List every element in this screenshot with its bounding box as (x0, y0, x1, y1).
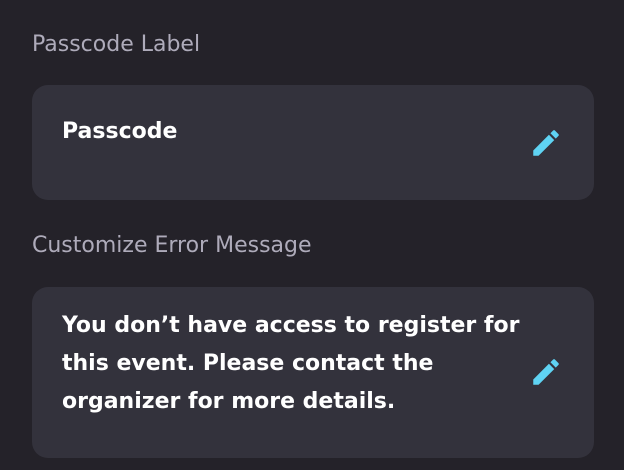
error-message-heading: Customize Error Message (32, 233, 312, 258)
passcode-label-field[interactable]: Passcode (32, 85, 594, 200)
edit-passcode-label-button[interactable] (528, 125, 564, 161)
passcode-label-value: Passcode (62, 119, 178, 144)
error-message-value: You don’t have access to register for th… (62, 313, 520, 414)
pencil-icon (533, 130, 559, 156)
pencil-icon (533, 359, 559, 385)
edit-error-message-button[interactable] (528, 354, 564, 390)
error-message-field[interactable]: You don’t have access to register for th… (32, 287, 594, 458)
passcode-label-heading: Passcode Label (32, 32, 201, 57)
